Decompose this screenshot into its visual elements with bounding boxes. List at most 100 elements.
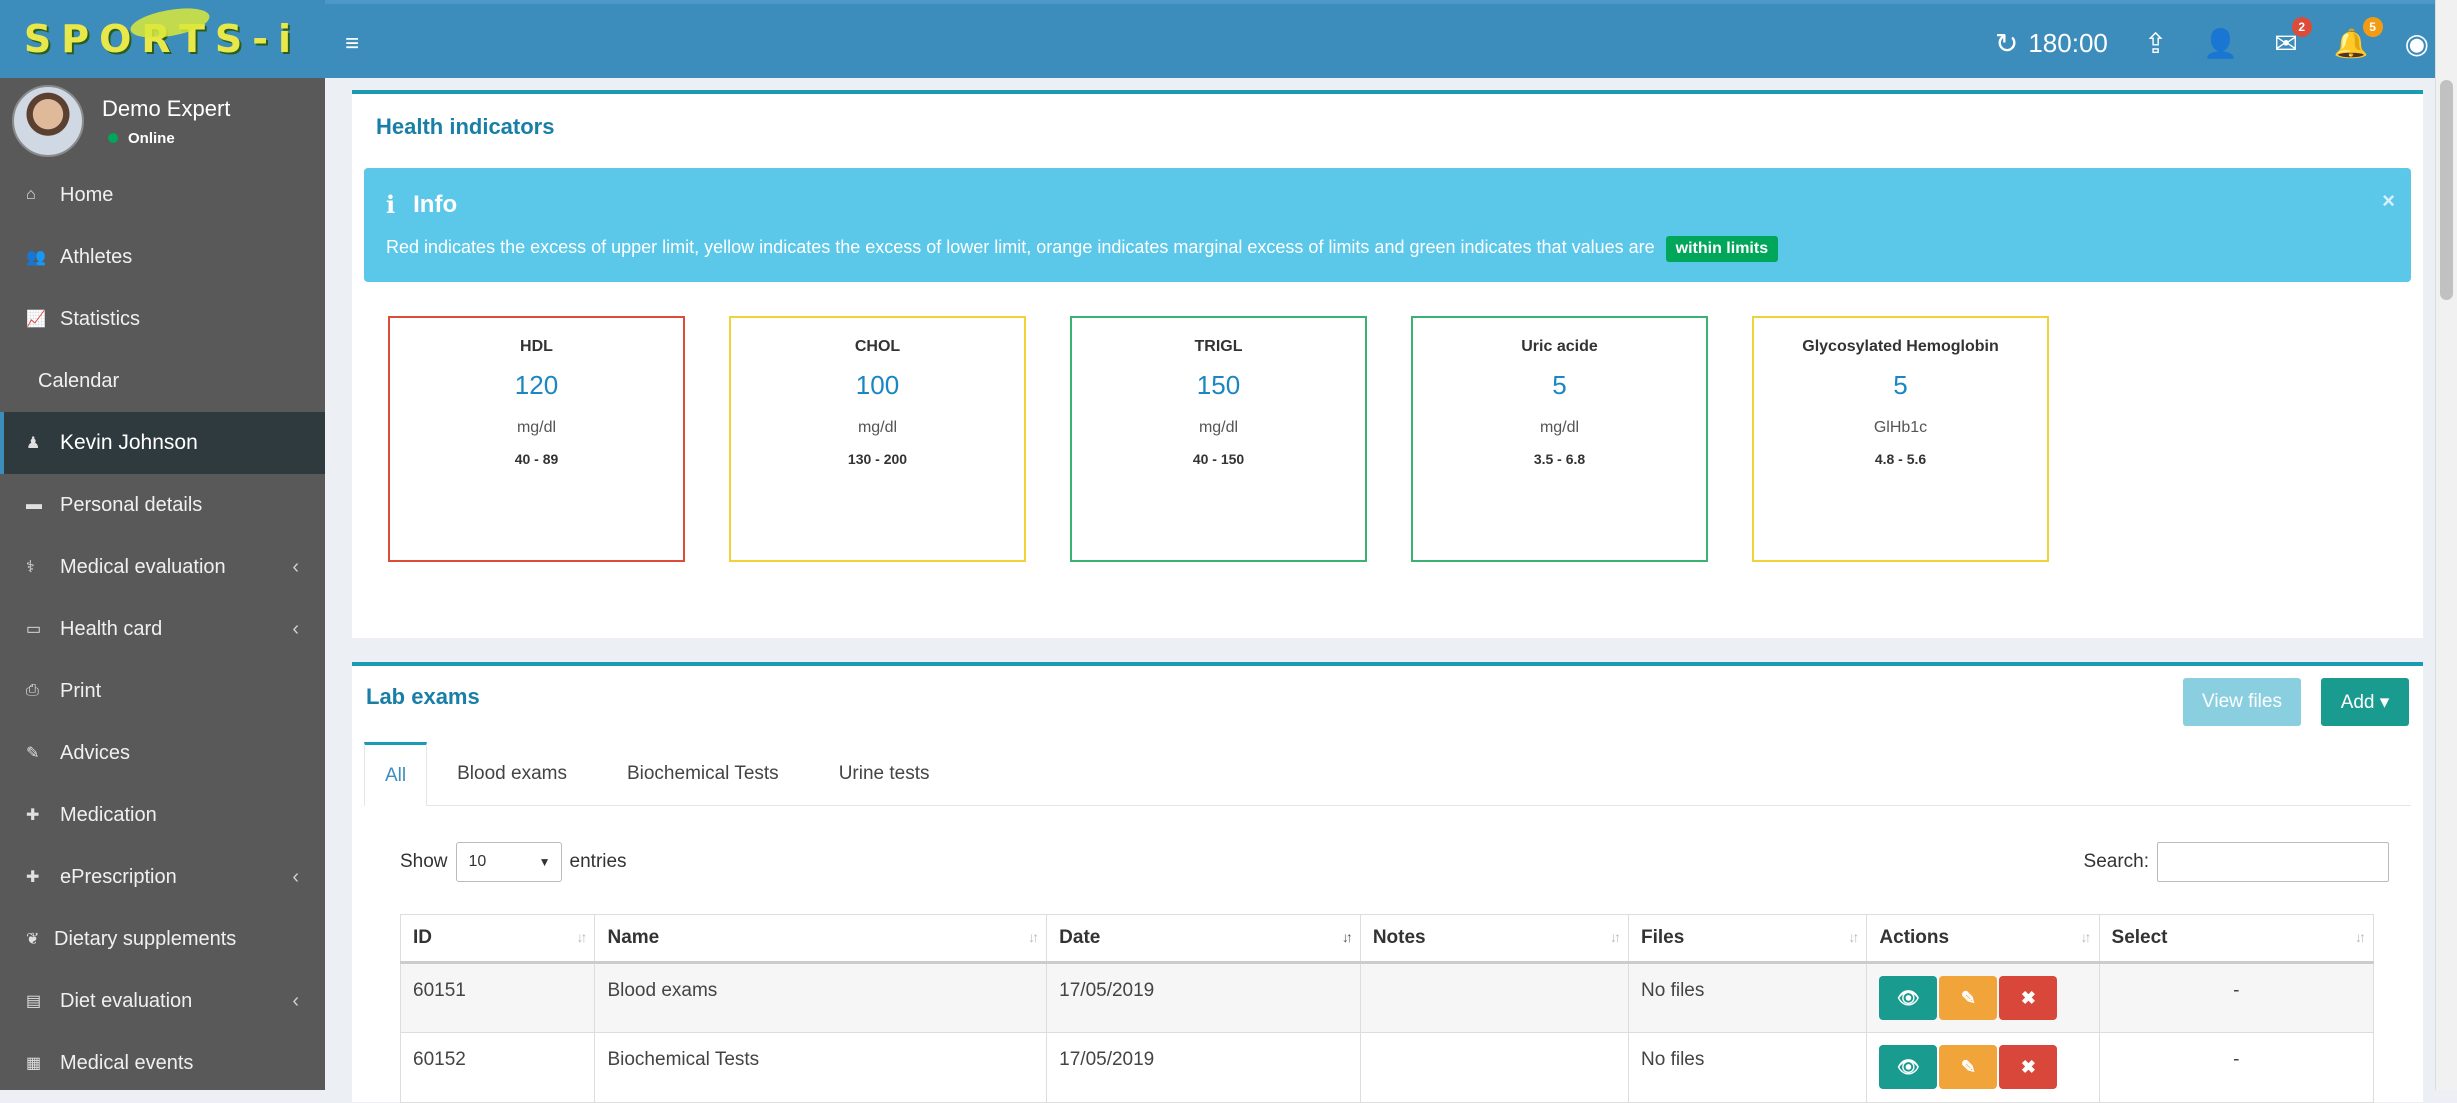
sidebar-item-athletes[interactable]: 👥 Athletes [0, 226, 325, 288]
column-header-name[interactable]: Name ↓↑ [594, 914, 1048, 964]
indicator-range: 40 - 150 [1192, 451, 1245, 467]
lab-exam-tabs: All Blood exams Biochemical Tests Urine … [364, 742, 2411, 806]
caret-down-icon: ▼ [538, 855, 551, 869]
indicator-name: Uric acide [1521, 338, 1598, 355]
indicator-name: Glycosylated Hemoglobin [1802, 338, 1999, 355]
view-button[interactable]: 👁 [1879, 976, 1938, 1020]
sidebar-item-diet-evaluation[interactable]: ▤ Diet evaluation ‹ [0, 970, 325, 1032]
cell-select[interactable]: - [2098, 962, 2375, 1033]
page-scrollbar[interactable] [2435, 0, 2457, 1090]
person-icon: ♟ [26, 435, 41, 452]
cell-name: Biochemical Tests [594, 1032, 1048, 1103]
mail-icon[interactable]: ✉ 2 [2274, 16, 2312, 60]
cell-name: Blood exams [594, 962, 1048, 1033]
close-icon[interactable]: × [2382, 188, 2395, 214]
tab-biochemical-tests[interactable]: Biochemical Tests [597, 742, 809, 806]
app-logo[interactable]: SPORTS-i [0, 0, 325, 78]
search-input[interactable] [2157, 842, 2389, 882]
sidebar-item-advices[interactable]: ✎ Advices [0, 722, 325, 784]
upload-icon[interactable]: ⇪ [2144, 27, 2167, 60]
info-icon: i [386, 190, 396, 219]
sort-icon: ↓↑ [576, 929, 587, 945]
sidebar-item-eprescription[interactable]: ✚ ePrescription ‹ [0, 846, 325, 908]
cell-date: 17/05/2019 [1046, 962, 1361, 1033]
chevron-left-icon: ‹ [292, 617, 299, 640]
medkit-icon: ✚ [26, 869, 40, 886]
indicator-range: 4.8 - 5.6 [1874, 451, 1927, 467]
column-header-select[interactable]: Select ↓↑ [2098, 914, 2375, 964]
cell-files: No files [1628, 1032, 1868, 1103]
sidebar-item-medical-events[interactable]: ▦ Medical events [0, 1032, 325, 1094]
delete-button[interactable]: ✖ [1999, 976, 2058, 1020]
sidebar-item-medical-evaluation[interactable]: ⚕ Medical evaluation ‹ [0, 536, 325, 598]
cell-actions: 👁 ✎ ✖ [1866, 1032, 2100, 1103]
add-dropdown-button[interactable]: Add ▾ [2321, 678, 2409, 726]
user-account-icon[interactable]: ◉ [2405, 27, 2429, 60]
indicator-card: HDL 120 mg/dl 40 - 89 [388, 316, 685, 562]
indicator-card: TRIGL 150 mg/dl 40 - 150 [1070, 316, 1367, 562]
indicator-value: 5 [1552, 370, 1567, 400]
main-content: Health indicators i Info × Red indicates … [325, 78, 2435, 1103]
calendar-icon: ▦ [26, 1055, 42, 1072]
view-files-button[interactable]: View files [2183, 678, 2301, 726]
medkit-icon: ✚ [26, 807, 40, 824]
cell-date: 17/05/2019 [1046, 1032, 1361, 1103]
scrollbar-thumb[interactable] [2440, 80, 2453, 300]
hamburger-menu-icon[interactable]: ≡ [345, 30, 359, 58]
health-indicators-panel: Health indicators i Info × Red indicates … [352, 90, 2423, 638]
column-header-files[interactable]: Files ↓↑ [1628, 914, 1868, 964]
mail-badge: 2 [2291, 16, 2312, 37]
entries-select[interactable]: 10 ▼ [455, 842, 562, 882]
indicator-unit: mg/dl [516, 419, 557, 436]
sidebar-item-statistics[interactable]: 📈 Statistics [0, 288, 325, 350]
sidebar-item-medication[interactable]: ✚ Medication [0, 784, 325, 846]
cell-id: 60151 [399, 962, 596, 1033]
add-user-icon[interactable]: 👤 [2203, 27, 2238, 60]
bell-icon[interactable]: 🔔 5 [2334, 16, 2383, 60]
column-header-actions[interactable]: Actions ↓↑ [1866, 914, 2100, 964]
view-button[interactable]: 👁 [1879, 1045, 1938, 1089]
sort-icon: ↓↑ [1610, 929, 1621, 945]
indicator-card: Glycosylated Hemoglobin 5 GlHb1c 4.8 - 5.6 [1752, 316, 2049, 562]
column-header-date[interactable]: Date ↓↑ [1046, 914, 1361, 964]
print-icon: ⎙ [26, 682, 39, 699]
indicator-card: CHOL 100 mg/dl 130 - 200 [729, 316, 1026, 562]
refresh-icon: ↻ [1994, 27, 2019, 59]
sidebar-item-health-card[interactable]: ▭ Health card ‹ [0, 598, 325, 660]
chevron-left-icon: ‹ [292, 865, 299, 888]
delete-button[interactable]: ✖ [1999, 1045, 2058, 1089]
indicator-name: TRIGL [1194, 338, 1243, 355]
edit-button[interactable]: ✎ [1939, 1045, 1998, 1089]
sidebar-item-athlete-kevin-johnson[interactable]: ♟ Kevin Johnson [0, 412, 325, 474]
leaf-icon: ❦ [26, 931, 40, 948]
cell-select[interactable]: - [2098, 1032, 2375, 1103]
edit-button[interactable]: ✎ [1939, 976, 1998, 1020]
sidebar-item-home[interactable]: ⌂ Home [0, 164, 325, 226]
tab-urine-tests[interactable]: Urine tests [809, 742, 960, 806]
cell-files: No files [1628, 962, 1868, 1033]
cell-notes [1359, 1032, 1630, 1103]
sort-icon: ↓↑ [1028, 929, 1039, 945]
info-text: Red indicates the excess of upper limit,… [386, 237, 1655, 257]
user-name: Demo Expert [102, 95, 231, 121]
column-header-notes[interactable]: Notes ↓↑ [1359, 914, 1630, 964]
user-status: Online [102, 130, 230, 147]
info-title: Info [413, 190, 458, 218]
table-row: 60151 Blood exams 17/05/2019 No files 👁 ✎… [399, 962, 2375, 1033]
stethoscope-icon: ⚕ [26, 559, 35, 576]
info-alert: i Info × Red indicates the excess of uppe… [364, 168, 2411, 282]
column-header-id[interactable]: ID ↓↑ [399, 914, 596, 964]
top-navbar: ≡ ↻ 180:00 ⇪ 👤 ✉ 2 🔔 5 ◉ [325, 0, 2457, 78]
sort-icon: ↓↑ [1848, 929, 1859, 945]
tab-blood-exams[interactable]: Blood exams [427, 742, 597, 806]
tab-all[interactable]: All [364, 742, 428, 806]
sidebar-item-personal-details[interactable]: ▬ Personal details [0, 474, 325, 536]
search-label: Search: [2083, 851, 2149, 872]
cell-actions: 👁 ✎ ✖ [1866, 962, 2100, 1033]
indicator-value: 100 [855, 370, 900, 400]
paperclip-icon: ✎ [26, 745, 40, 762]
sidebar-item-dietary-supplements[interactable]: ❦ Dietary supplements [0, 908, 325, 970]
sidebar-item-print[interactable]: ⎙ Print [0, 660, 325, 722]
session-timer[interactable]: ↻ 180:00 [1995, 27, 2108, 60]
sidebar-item-calendar[interactable]: Calendar [0, 350, 325, 412]
